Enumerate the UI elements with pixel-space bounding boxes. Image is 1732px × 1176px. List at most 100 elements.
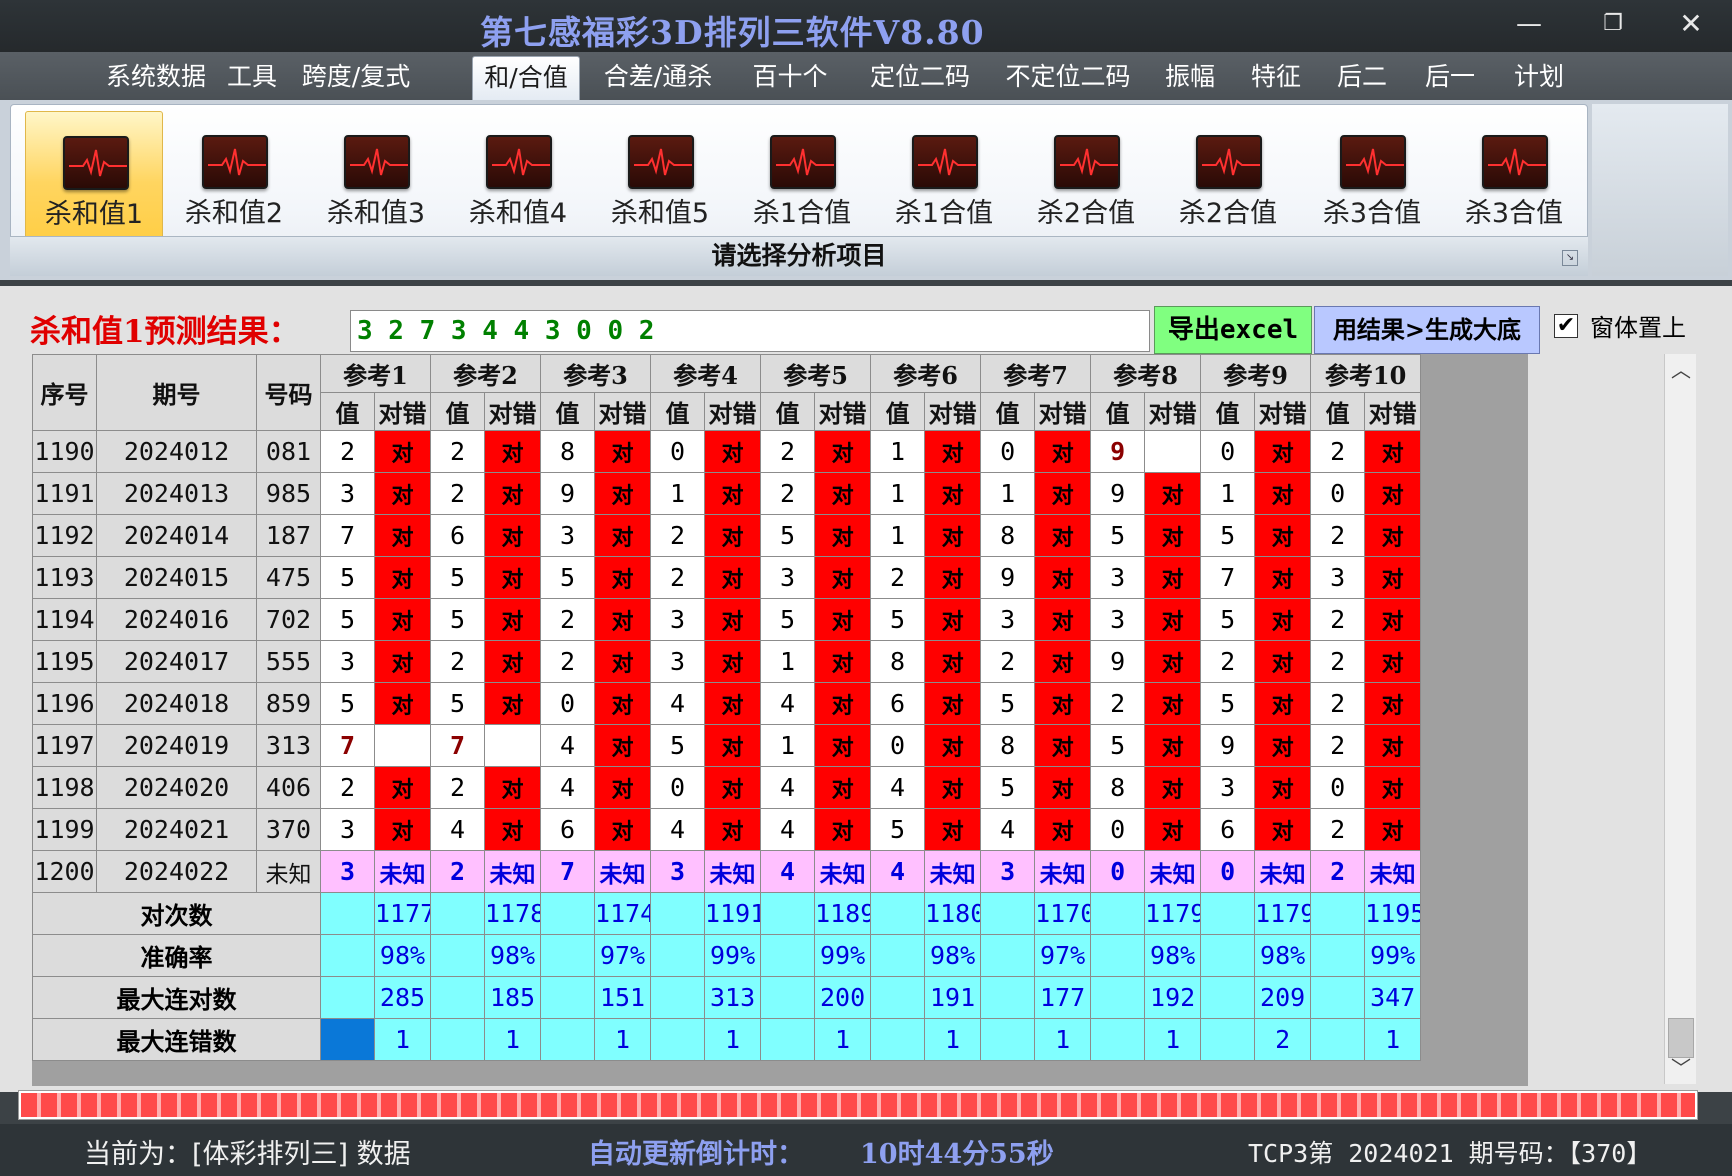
ribbon-button[interactable]: 杀和值3 [307,111,445,241]
ribbon-button[interactable]: 杀和值2 [165,111,303,241]
col-header-result[interactable]: 对错 [814,392,872,431]
table-row[interactable]: 1194 2024016 702 5 对 5 对 2 对 3 对 5 对 5 对 3 对 3 对 5 对 2 对 [32,598,1422,641]
ribbon-button[interactable]: 杀1合值 [733,111,871,241]
col-header-result[interactable]: 对错 [484,392,542,431]
ribbon-button[interactable]: 杀和值4 [449,111,587,241]
ref-value-cell: 5 [1200,682,1256,725]
ref-value-cell: 2 [320,766,375,809]
minimize-button[interactable]: — [1504,4,1554,44]
menu-item[interactable]: 定位二码 [854,56,986,100]
col-header-value[interactable]: 值 [980,392,1036,431]
close-button[interactable]: ✕ [1666,4,1716,44]
col-header-ref[interactable]: 参考2 [430,354,542,393]
col-header-result[interactable]: 对错 [704,392,762,431]
col-header-ref[interactable]: 参考9 [1200,354,1312,393]
menu-item[interactable]: 系统数据 [100,56,212,100]
stats-row: 最大连错数 1 1 1 1 1 1 1 1 2 1 [32,1018,1422,1061]
ref-value-cell: 5 [980,766,1036,809]
result-correct-cell: 对 [484,808,542,851]
menu-item[interactable]: 合差/通杀 [596,56,720,100]
col-header-ref[interactable]: 参考6 [870,354,982,393]
col-header-result[interactable]: 对错 [1144,392,1202,431]
table-row[interactable]: 1196 2024018 859 5 对 5 对 0 对 4 对 4 对 6 对 5 对 2 对 5 对 2 对 [32,682,1422,725]
ribbon-launcher-icon[interactable]: ↘ [1562,250,1578,266]
scroll-down-icon[interactable]: ﹀ [1665,1052,1697,1084]
ribbon-button[interactable]: 杀2合值 [1017,111,1155,241]
col-header-result[interactable]: 对错 [594,392,652,431]
col-header-ref[interactable]: 参考1 [319,354,432,393]
col-header-period[interactable]: 期号 [96,354,257,431]
scroll-up-icon[interactable]: ︿ [1665,354,1697,386]
ribbon-button[interactable]: 杀3合值 [1445,111,1583,241]
stats-spacer-cell [430,934,486,977]
ref-value-cell: 9 [540,472,596,515]
prediction-row[interactable]: 1200 2024022 未知 3 未知 2 未知 7 未知 3 未知 4 未知 4 未知 3 未知 0 未知 0 未知… [32,850,1422,893]
ref-value-cell: 2 [760,472,816,515]
ribbon-button[interactable]: 杀和值5 [591,111,729,241]
predicted-value-cell: 4 [760,850,816,893]
result-field[interactable]: 3 2 7 3 4 4 3 0 0 2 [350,310,1150,352]
result-correct-cell: 对 [924,724,982,767]
data-grid: 序号 期号 号码 参考1 参考2 参考3 参考4 参考5 参考6 参考7 参考8 参考9 参考10 值对错… [32,354,1422,1061]
stats-spacer-cell [870,1018,926,1061]
col-header-value[interactable]: 值 [650,392,706,431]
stats-value-cell: 151 [594,976,652,1019]
col-header-value[interactable]: 值 [320,392,375,431]
ribbon-button[interactable]: 杀2合值 [1159,111,1297,241]
export-excel-button[interactable]: 导出excel [1154,306,1312,354]
predicted-result-cell: 未知 [1144,850,1202,893]
table-row[interactable]: 1195 2024017 555 3 对 2 对 2 对 3 对 1 对 8 对 2 对 9 对 2 对 2 对 [32,640,1422,683]
menu-item[interactable]: 振幅 [1150,56,1230,100]
col-header-ref[interactable]: 参考4 [650,354,762,393]
col-header-seq[interactable]: 序号 [32,354,97,431]
table-row[interactable]: 1191 2024013 985 3 对 2 对 9 对 1 对 2 对 1 对 1 对 9 对 1 对 0 对 [32,472,1422,515]
menu-item[interactable]: 不定位二码 [994,56,1142,100]
generate-base-button[interactable]: 用结果>生成大底 [1314,306,1540,354]
col-header-ref[interactable]: 参考8 [1090,354,1202,393]
always-on-top-checkbox[interactable]: ✔ [1554,314,1578,338]
ribbon-button-label: 杀和值5 [610,198,710,229]
col-header-result[interactable]: 对错 [924,392,982,431]
table-row[interactable]: 1190 2024012 081 2 对 2 对 8 对 0 对 2 对 1 对 0 对 9 0 对 2 对 [32,430,1422,473]
col-header-ref[interactable]: 参考3 [540,354,652,393]
ribbon-button[interactable]: 杀和值1 [25,111,163,241]
col-header-value[interactable]: 值 [870,392,926,431]
ref-value-cell: 3 [320,472,375,515]
ribbon-button-label: 杀3合值 [1464,198,1564,229]
vertical-scrollbar[interactable]: ︿ ﹀ [1664,354,1696,1084]
menu-item[interactable]: 后一 [1410,56,1490,100]
col-header-code[interactable]: 号码 [256,354,321,431]
col-header-value[interactable]: 值 [1310,392,1366,431]
menu-item[interactable]: 和/合值 [472,56,580,100]
table-row[interactable]: 1192 2024014 187 7 对 6 对 3 对 2 对 5 对 1 对 8 对 5 对 5 对 2 对 [32,514,1422,557]
ribbon-button-label: 杀2合值 [1036,198,1136,229]
col-header-value[interactable]: 值 [1090,392,1146,431]
col-header-ref[interactable]: 参考10 [1310,354,1422,393]
maximize-button[interactable]: ❐ [1588,4,1638,44]
predicted-result-cell: 未知 [594,850,652,893]
menu-item[interactable]: 百十个 [740,56,840,100]
table-row[interactable]: 1193 2024015 475 5 对 5 对 5 对 2 对 3 对 2 对 9 对 3 对 7 对 3 对 [32,556,1422,599]
col-header-value[interactable]: 值 [760,392,816,431]
always-on-top-label: 窗体置上 [1590,314,1686,342]
col-header-result[interactable]: 对错 [1364,392,1422,431]
result-correct-cell: 对 [484,430,542,473]
ribbon-button[interactable]: 杀3合值 [1303,111,1441,241]
menu-item[interactable]: 工具 [214,56,290,100]
col-header-result[interactable]: 对错 [1254,392,1312,431]
col-header-result[interactable]: 对错 [373,392,432,431]
col-header-value[interactable]: 值 [540,392,596,431]
col-header-value[interactable]: 值 [1200,392,1256,431]
col-header-result[interactable]: 对错 [1034,392,1092,431]
menu-item[interactable]: 特征 [1236,56,1316,100]
col-header-ref[interactable]: 参考5 [760,354,872,393]
table-row[interactable]: 1198 2024020 406 2 对 2 对 4 对 0 对 4 对 4 对 5 对 8 对 3 对 0 对 [32,766,1422,809]
menu-item[interactable]: 后二 [1322,56,1402,100]
table-row[interactable]: 1197 2024019 313 7 7 4 对 5 对 1 对 0 对 8 对 5 对 9 对 2 对 [32,724,1422,767]
menu-item[interactable]: 跨度/复式 [296,56,416,100]
table-row[interactable]: 1199 2024021 370 3 对 4 对 6 对 4 对 4 对 5 对 4 对 0 对 6 对 2 对 [32,808,1422,851]
col-header-value[interactable]: 值 [430,392,486,431]
menu-item[interactable]: 计划 [1498,56,1580,100]
col-header-ref[interactable]: 参考7 [980,354,1092,393]
ribbon-button[interactable]: 杀1合值 [875,111,1013,241]
